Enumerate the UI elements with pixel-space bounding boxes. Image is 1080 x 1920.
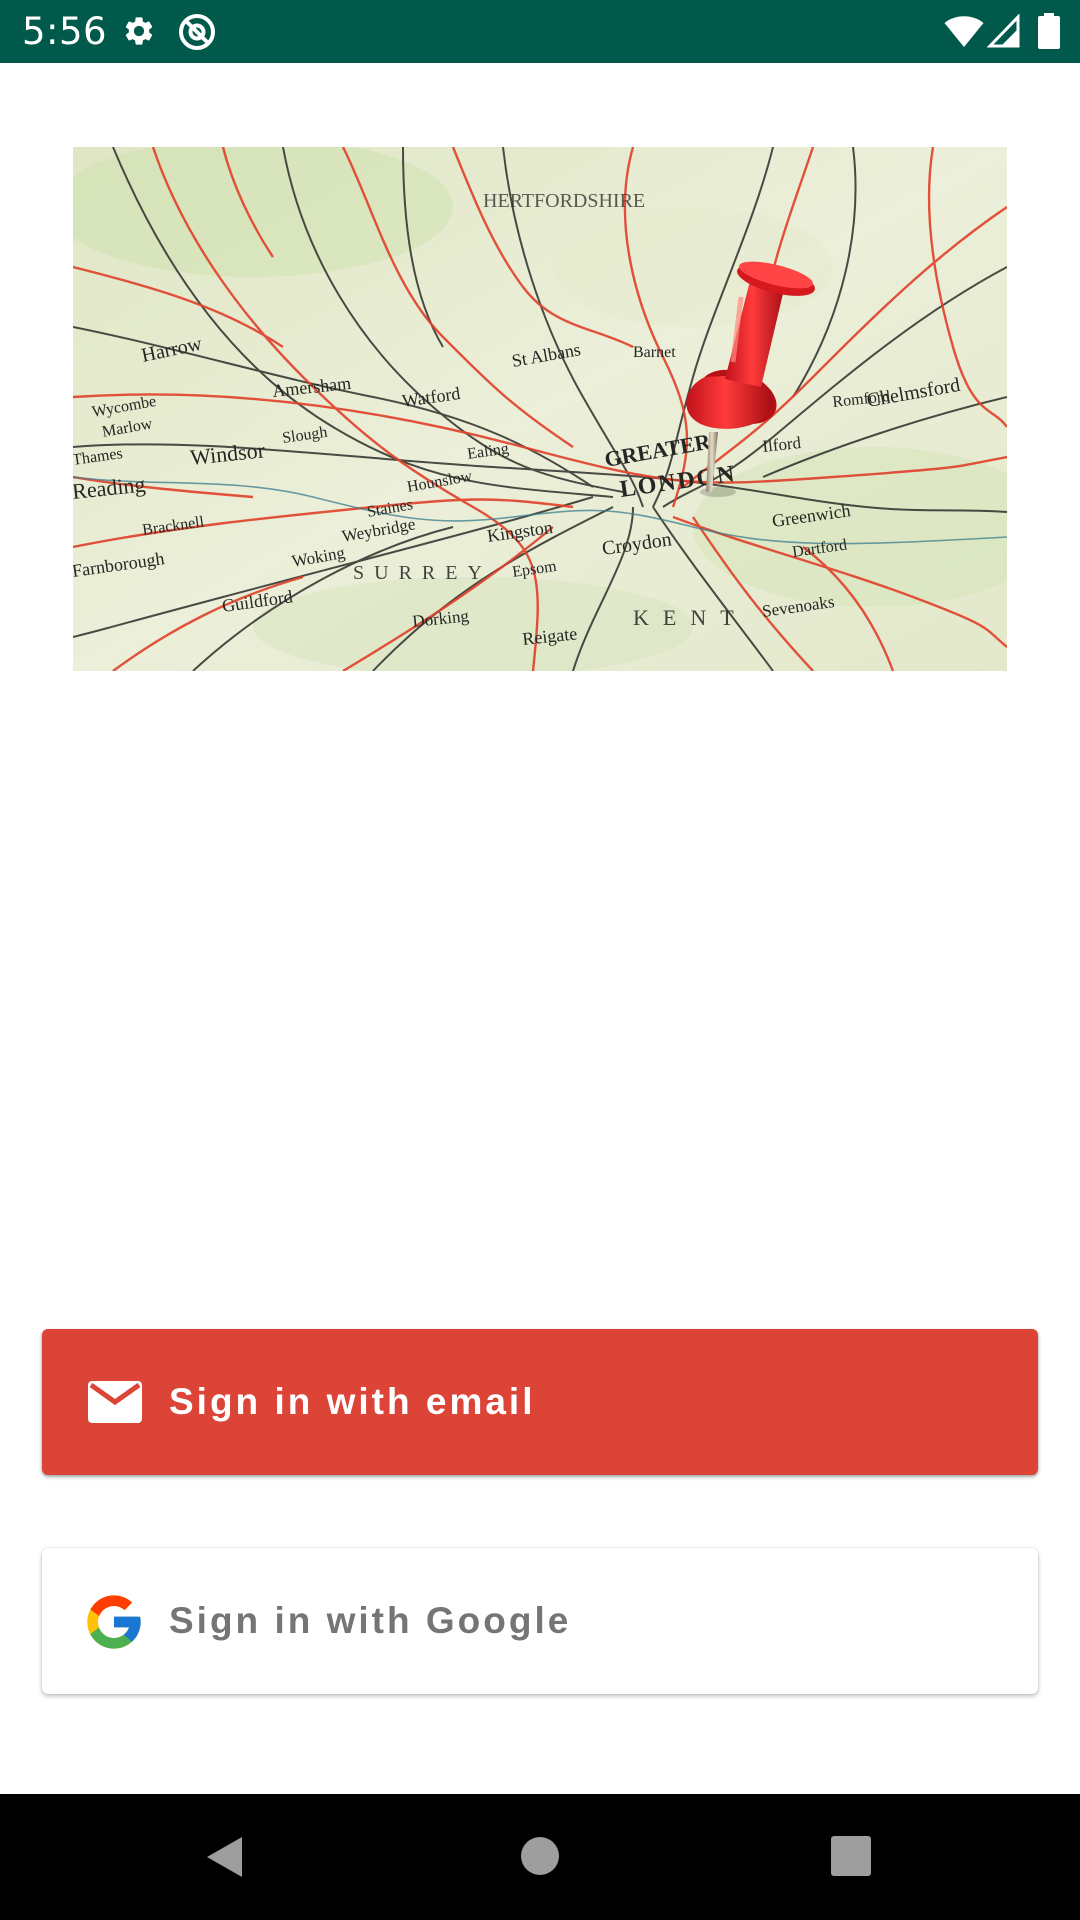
sign-in-with-email-button[interactable]: Sign in with email xyxy=(42,1329,1038,1475)
battery-icon xyxy=(1038,13,1060,49)
cellular-signal-icon xyxy=(987,14,1020,48)
sign-in-with-google-label: Sign in with Google xyxy=(169,1600,572,1641)
sign-in-with-email-label: Sign in with email xyxy=(169,1381,536,1422)
map-label-barnet: Barnet xyxy=(633,344,676,361)
wifi-icon xyxy=(944,16,984,47)
map-label-surrey: SURREY xyxy=(353,562,492,584)
back-triangle-icon[interactable] xyxy=(204,1834,246,1880)
home-circle-icon[interactable] xyxy=(520,1836,560,1876)
google-g-logo-icon xyxy=(87,1595,141,1649)
hero-map-image: HERTFORDSHIRE Amersham Harrow Watford St… xyxy=(73,147,1007,671)
recents-square-icon[interactable] xyxy=(831,1836,871,1876)
map-label-kent: KENT xyxy=(633,605,748,630)
navigation-bar xyxy=(0,1794,1080,1920)
map-label-hertfordshire: HERTFORDSHIRE xyxy=(483,190,645,212)
sign-in-with-google-button[interactable]: Sign in with Google xyxy=(42,1548,1038,1694)
settings-gear-icon xyxy=(125,17,153,45)
email-envelope-icon xyxy=(88,1381,142,1423)
status-bar: 5:56 xyxy=(0,0,1080,63)
status-time: 5:56 xyxy=(22,10,108,53)
do-not-disturb-at-icon xyxy=(179,14,215,50)
